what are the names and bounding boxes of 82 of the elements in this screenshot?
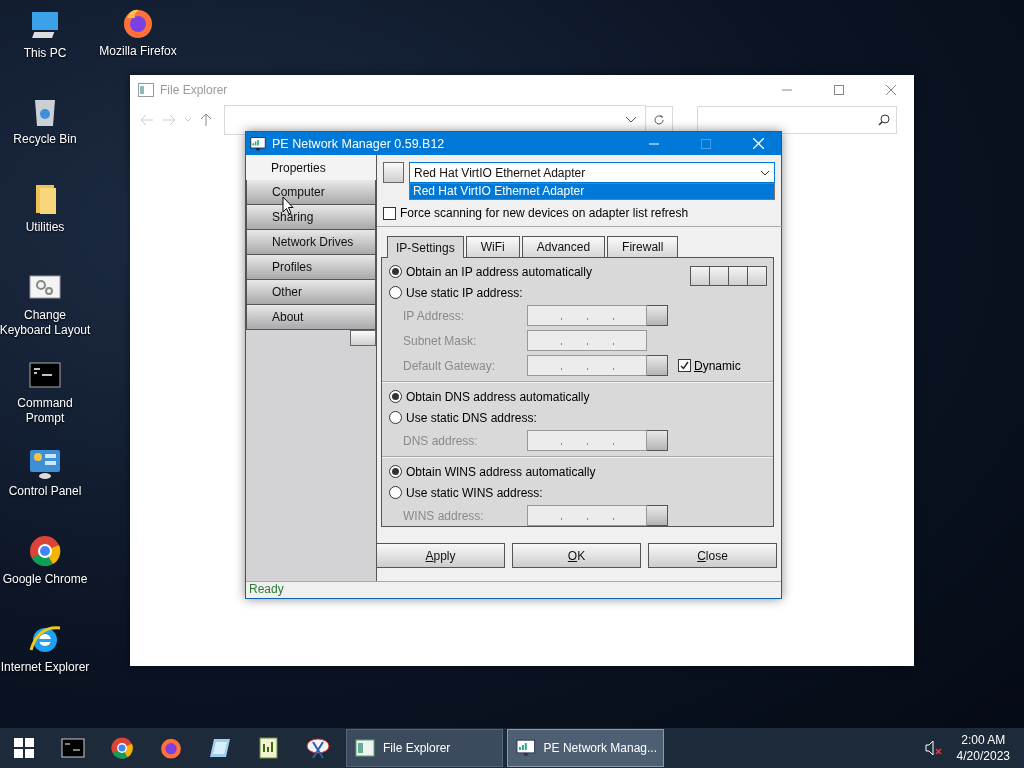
chrome-icon	[28, 534, 62, 568]
ip-address-field[interactable]	[527, 355, 647, 376]
radio-label: Use static DNS address:	[406, 410, 537, 425]
nav-tab[interactable]: Computer	[246, 180, 376, 205]
nav-tab[interactable]: Sharing	[246, 205, 376, 230]
network-monitor-icon	[250, 135, 266, 152]
desktop-icon-label[interactable]: Google Chrome	[2, 572, 88, 587]
firefox-icon[interactable]	[158, 736, 183, 760]
tab[interactable]: IP-Settings	[387, 236, 464, 258]
tab[interactable]: WiFi	[465, 236, 520, 257]
desktop-icon-label[interactable]: Change Keyboard Layout	[0, 308, 91, 338]
close-icon[interactable]	[886, 84, 896, 95]
desktop-icon-label[interactable]: This PC	[23, 46, 67, 61]
radio-label: Use static WINS address:	[406, 485, 543, 500]
muted-speaker-icon[interactable]	[924, 740, 943, 756]
field-label: DNS address:	[403, 433, 479, 448]
blank-button[interactable]	[350, 330, 376, 346]
notepad-icon[interactable]	[207, 736, 232, 760]
radio-label: Obtain DNS address automatically	[406, 389, 590, 404]
tab[interactable]: Advanced	[521, 236, 606, 257]
dropdown-option[interactable]: Red Hat VirtIO Ethernet Adapter	[410, 184, 774, 199]
radio-label: Obtain WINS address automatically	[406, 464, 596, 479]
refresh-icon	[653, 114, 665, 126]
radio-button[interactable]	[389, 486, 402, 499]
nav-tab[interactable]: Properties	[246, 155, 376, 180]
windows-logo-icon[interactable]	[14, 738, 34, 758]
notepad-plus-icon[interactable]	[256, 736, 281, 760]
scissors-icon[interactable]	[304, 736, 331, 760]
radio-button[interactable]	[389, 265, 402, 278]
refresh-button[interactable]	[645, 106, 673, 134]
dialog-button[interactable]: Apply	[376, 543, 505, 568]
dialog-button[interactable]: OK	[512, 543, 641, 568]
nav-tab[interactable]: About	[246, 305, 376, 330]
radio-button[interactable]	[389, 286, 402, 299]
clock[interactable]: 2:00 AM 4/20/2023	[956, 732, 1010, 764]
checkbox-label: Dynamic	[694, 358, 741, 373]
desktop-icon-label[interactable]: Utilities	[25, 220, 65, 235]
blank-button[interactable]	[728, 266, 748, 286]
ip-address-field[interactable]	[527, 330, 647, 351]
dialog-button[interactable]: Close	[648, 543, 777, 568]
blank-button[interactable]	[709, 266, 729, 286]
status-text: Ready	[246, 581, 781, 598]
terminal-icon[interactable]	[60, 737, 85, 759]
desktop-icon-label[interactable]: Mozilla Firefox	[99, 44, 177, 59]
desktop-icon-label[interactable]: Command Prompt	[0, 396, 91, 426]
field-label: Default Gateway:	[403, 358, 497, 373]
ip-address-field[interactable]	[527, 305, 647, 326]
window-title: File Explorer	[160, 82, 229, 97]
taskbar-window-button[interactable]: PE Network Manag...	[507, 729, 664, 767]
field-label: Subnet Mask:	[403, 333, 478, 348]
radio-label: Obtain an IP address automatically	[406, 264, 592, 279]
radio-label: Use static IP address:	[406, 285, 523, 300]
ip-address-field[interactable]	[527, 505, 647, 526]
desktop-icon-label[interactable]: Internet Explorer	[0, 660, 90, 675]
radio-button[interactable]	[389, 390, 402, 403]
network-monitor-icon	[516, 739, 536, 757]
up-arrow-icon[interactable]	[200, 113, 212, 127]
ip-address-field[interactable]	[527, 430, 647, 451]
radio-button[interactable]	[389, 411, 402, 424]
chrome-icon[interactable]	[109, 736, 134, 760]
nav-tab[interactable]: Network Drives	[246, 230, 376, 255]
tab[interactable]: Firewall	[607, 236, 679, 257]
nav-tab[interactable]: Other	[246, 280, 376, 305]
taskbar-window-button[interactable]: File Explorer	[346, 729, 503, 767]
field-label: IP Address:	[403, 308, 466, 323]
search-icon	[878, 114, 890, 126]
maximize-icon[interactable]	[834, 84, 844, 95]
checkbox-label: Force scanning for new devices on adapter list refresh	[400, 206, 689, 220]
nav-tab[interactable]: Profiles	[246, 255, 376, 280]
checkbox[interactable]	[383, 206, 396, 220]
field-label: WINS address:	[403, 508, 485, 523]
window-title: PE Network Manager 0.59.B12	[272, 136, 446, 151]
adapter-dropdown[interactable]: Red Hat VirtIO Ethernet Adapter	[409, 162, 775, 183]
radio-button[interactable]	[389, 465, 402, 478]
window-icon	[138, 82, 154, 97]
blank-button[interactable]	[690, 266, 710, 286]
blank-button[interactable]	[383, 162, 404, 183]
window-icon	[355, 739, 375, 757]
caret-icon	[760, 169, 770, 176]
desktop-icon-label[interactable]: Recycle Bin	[13, 132, 77, 147]
desktop-icon-label[interactable]: Control Panel	[8, 484, 82, 499]
blank-button[interactable]	[747, 266, 767, 286]
